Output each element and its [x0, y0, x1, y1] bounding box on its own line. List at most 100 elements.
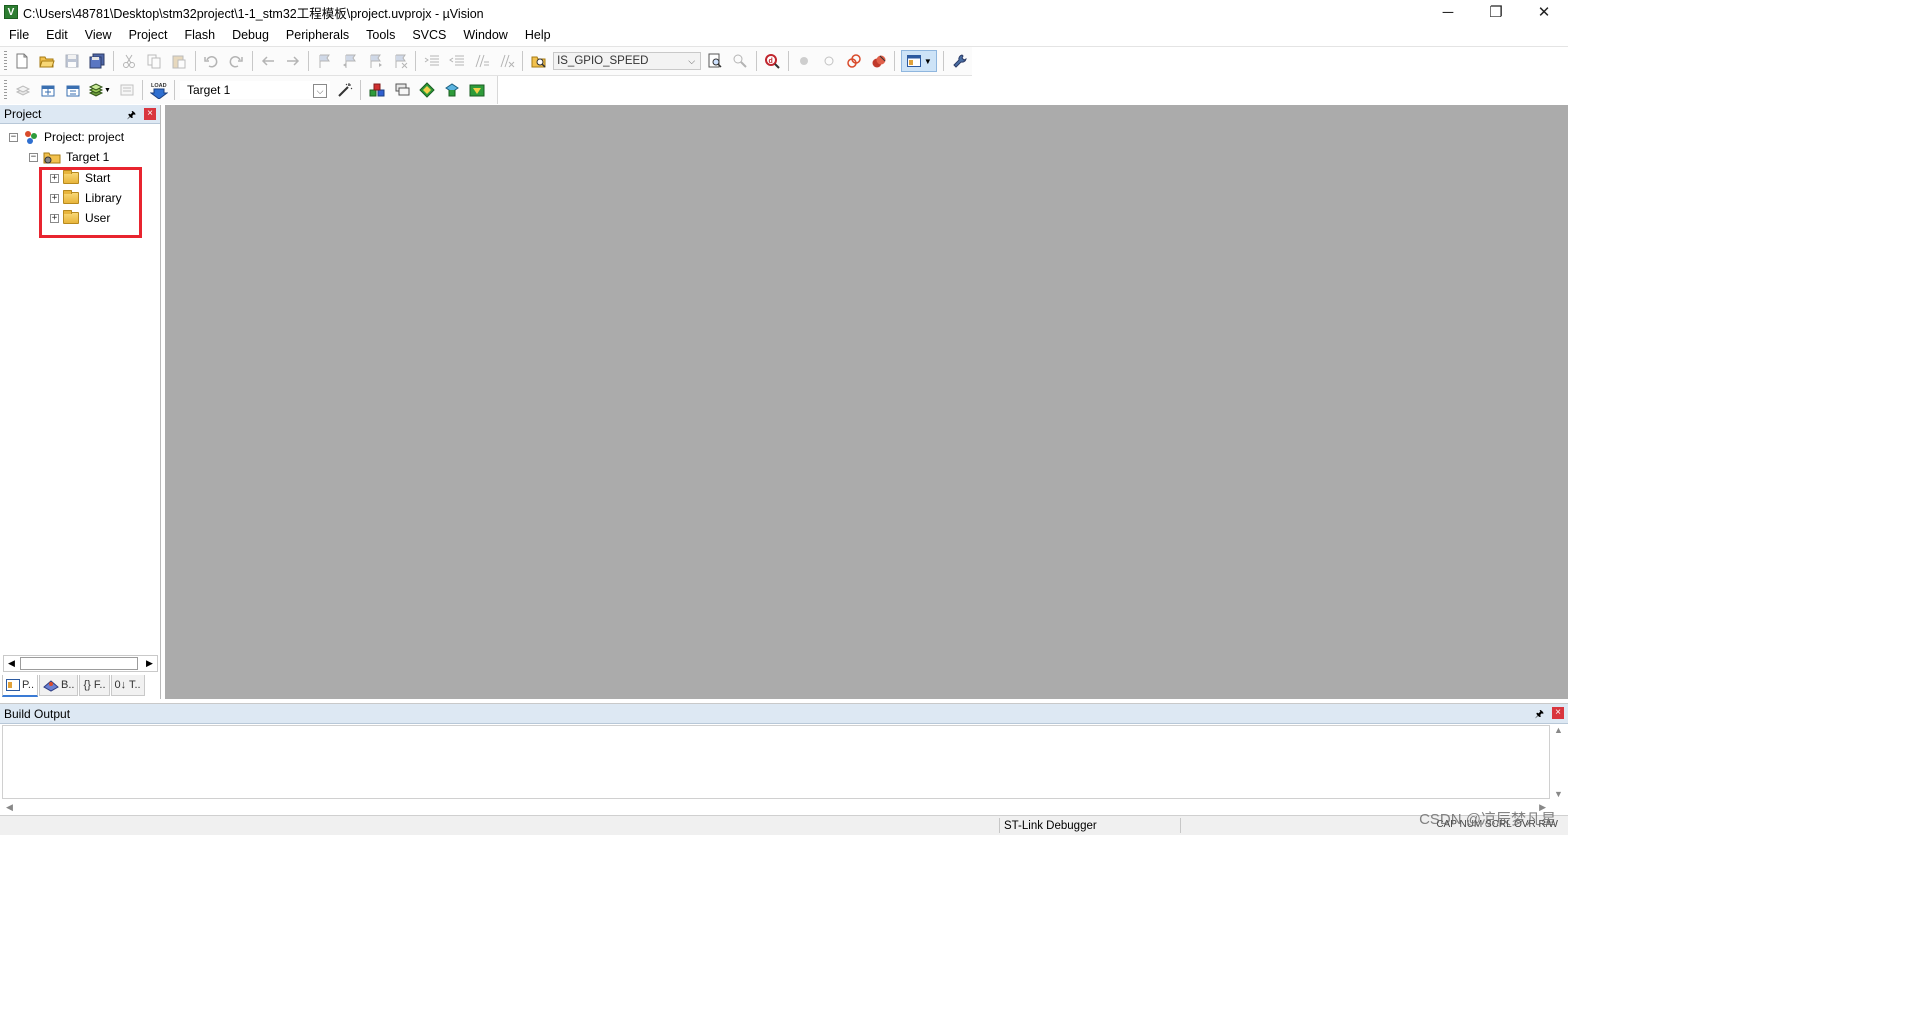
chevron-down-icon[interactable]: ⌵	[686, 55, 698, 67]
batch-build-icon	[88, 83, 104, 97]
pin-icon[interactable]: 🖈	[1535, 707, 1544, 724]
navigate-back-button[interactable]	[257, 50, 279, 72]
scroll-right-icon[interactable]: ▶	[142, 656, 157, 671]
packs-icon	[395, 83, 409, 96]
menu-window[interactable]: Window	[454, 28, 515, 42]
toolbar-separator	[142, 80, 143, 100]
bookmark-next-button[interactable]	[364, 50, 386, 72]
tree-item-project[interactable]: − Project: project	[9, 128, 124, 146]
menu-tools[interactable]: Tools	[357, 28, 403, 42]
indent-button[interactable]	[421, 50, 443, 72]
redo-button[interactable]	[225, 50, 247, 72]
disable-all-breakpoints-button[interactable]	[843, 50, 865, 72]
find-combo[interactable]: IS_GPIO_SPEED ⌵	[553, 52, 701, 70]
enable-breakpoint-button[interactable]	[818, 50, 840, 72]
save-button[interactable]	[61, 50, 83, 72]
restore-button[interactable]: ❐	[1472, 0, 1520, 24]
incremental-find-button[interactable]	[729, 50, 751, 72]
manage-rte-button[interactable]	[416, 79, 438, 101]
close-window-button[interactable]: ✕	[1520, 0, 1568, 24]
tree-item-target[interactable]: − Target 1	[29, 148, 109, 166]
books-tab-icon	[43, 680, 59, 692]
new-file-button[interactable]	[12, 50, 34, 72]
menu-debug[interactable]: Debug	[223, 28, 277, 42]
paste-button[interactable]	[168, 50, 190, 72]
select-packs-button[interactable]	[391, 79, 413, 101]
unindent-button[interactable]	[446, 50, 468, 72]
scroll-up-icon[interactable]: ▲	[1554, 725, 1563, 735]
build-output-text[interactable]	[2, 725, 1550, 799]
debug-session-button[interactable]: d	[761, 50, 783, 72]
project-horizontal-scrollbar[interactable]: ◀ ▶	[3, 655, 158, 672]
scroll-left-icon[interactable]: ◀	[4, 656, 19, 671]
close-icon[interactable]: ×	[144, 108, 156, 120]
find-in-files-button[interactable]	[528, 50, 550, 72]
scroll-down-icon[interactable]: ▼	[1554, 789, 1563, 799]
menu-project[interactable]: Project	[120, 28, 176, 42]
undo-button[interactable]	[200, 50, 222, 72]
collapse-icon[interactable]: −	[9, 132, 18, 142]
bookmark-clear-button[interactable]	[389, 50, 411, 72]
manage-project-items-button[interactable]	[366, 79, 388, 101]
pin-icon[interactable]: 🖈	[127, 108, 136, 125]
tab-functions[interactable]: {} F..	[79, 675, 110, 696]
menu-edit[interactable]: Edit	[37, 28, 76, 42]
configure-button[interactable]	[949, 50, 971, 72]
save-all-icon	[89, 53, 105, 69]
menu-view[interactable]: View	[76, 28, 120, 42]
bookmark-prev-button[interactable]	[339, 50, 361, 72]
uncomment-button[interactable]	[496, 50, 518, 72]
toolbar-grip[interactable]	[4, 51, 7, 71]
minimize-button[interactable]: ─	[1424, 0, 1472, 24]
software-packs-button[interactable]	[466, 79, 488, 101]
cut-button[interactable]	[118, 50, 140, 72]
save-all-button[interactable]	[86, 50, 108, 72]
title-bar: V C:\Users\48781\Desktop\stm32project\1-…	[0, 0, 1568, 24]
open-file-button[interactable]	[36, 50, 58, 72]
target-options-button[interactable]	[334, 79, 356, 101]
find-button[interactable]	[704, 50, 726, 72]
editor-area[interactable]	[165, 105, 1568, 699]
tab-templates[interactable]: 0↓ T..	[110, 675, 145, 696]
tab-books[interactable]: B..	[39, 675, 79, 696]
window-layout-icon	[906, 55, 921, 67]
status-cell-empty	[1180, 818, 1323, 833]
toolbar-grip[interactable]	[4, 80, 7, 100]
navigate-forward-button[interactable]	[282, 50, 304, 72]
copy-button[interactable]	[143, 50, 165, 72]
batch-build-button[interactable]: ▼	[87, 79, 113, 101]
stop-build-button[interactable]	[116, 79, 138, 101]
rebuild-button[interactable]	[62, 79, 84, 101]
pack-installer-button[interactable]	[441, 79, 463, 101]
window-layout-button[interactable]: ▼	[901, 50, 938, 72]
close-icon[interactable]: ×	[1552, 707, 1564, 719]
toolbar-separator	[894, 51, 896, 71]
build-output-vertical-scrollbar[interactable]: ▲ ▼	[1551, 725, 1566, 799]
menu-help[interactable]: Help	[516, 28, 559, 42]
build-button[interactable]	[37, 79, 59, 101]
toolbar-separator	[112, 51, 114, 71]
scroll-left-icon[interactable]: ◀	[6, 802, 13, 813]
collapse-icon[interactable]: −	[29, 152, 38, 162]
menu-svcs[interactable]: SVCS	[403, 28, 454, 42]
menu-peripherals[interactable]: Peripherals	[277, 28, 357, 42]
menu-file[interactable]: File	[0, 28, 37, 42]
menu-flash[interactable]: Flash	[175, 28, 223, 42]
find-icon	[708, 53, 722, 68]
scroll-thumb[interactable]	[20, 657, 138, 670]
tree-item-label: Project: project	[44, 130, 125, 144]
chevron-down-icon[interactable]: ⌵	[313, 84, 327, 98]
debug-magnifier-icon: d	[765, 54, 780, 69]
build-output-horizontal-scrollbar[interactable]: ◀ ▶	[2, 800, 1550, 814]
kill-all-breakpoints-button[interactable]	[868, 50, 890, 72]
tab-label: {} F..	[83, 679, 106, 691]
bookmark-toggle-button[interactable]	[314, 50, 336, 72]
tab-project[interactable]: P..	[2, 675, 39, 697]
translate-button[interactable]	[12, 79, 34, 101]
breakpoint-outline-icon	[824, 56, 834, 66]
download-button[interactable]: LOAD	[148, 79, 170, 101]
comment-button[interactable]	[471, 50, 493, 72]
insert-breakpoint-button[interactable]	[793, 50, 815, 72]
scissors-icon	[123, 54, 136, 68]
target-select[interactable]: Target 1 ⌵	[180, 81, 330, 99]
